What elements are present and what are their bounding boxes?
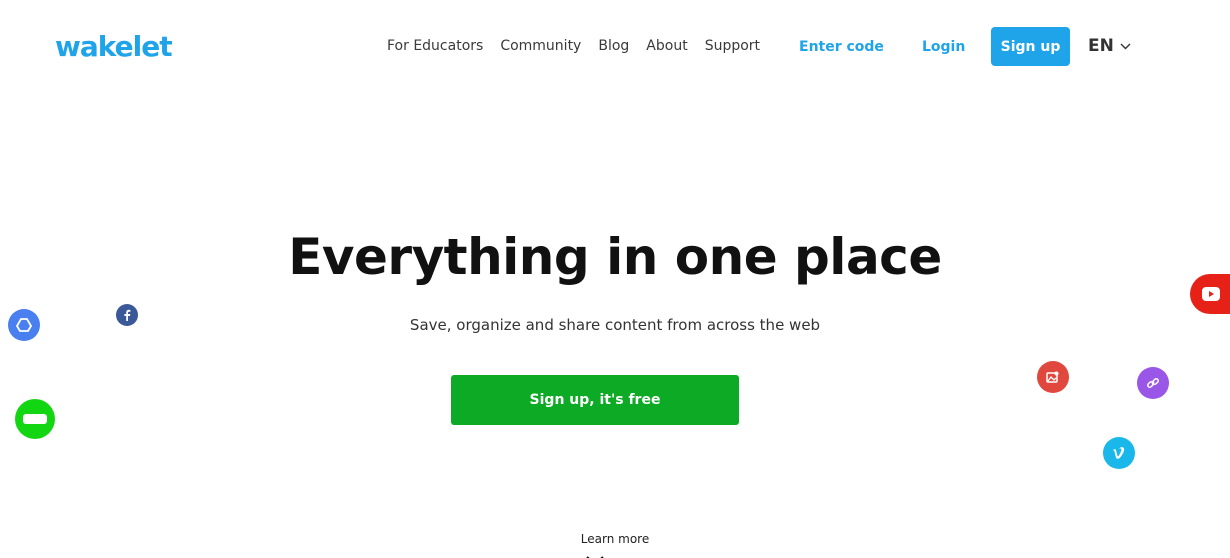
learn-more-link[interactable]: Learn more [0,532,1230,546]
nav-support[interactable]: Support [705,38,760,54]
google-drive-icon [8,309,40,341]
vimeo-icon [1103,437,1135,469]
flipgrid-icon [15,399,55,439]
chevron-down-icon[interactable] [585,550,605,558]
youtube-icon [1190,274,1230,314]
nav-blog[interactable]: Blog [598,38,629,54]
language-label: EN [1088,36,1114,56]
chevron-down-icon [1120,43,1131,50]
nav-for-educators[interactable]: For Educators [387,38,483,54]
language-selector[interactable]: EN [1088,36,1131,56]
link-icon [1137,367,1169,399]
enter-code-link[interactable]: Enter code [799,39,884,55]
main-nav: For Educators Community Blog About Suppo… [387,38,760,54]
facebook-icon [116,304,138,326]
nav-about[interactable]: About [646,38,687,54]
wakelet-logo[interactable]: wakelet [55,30,173,63]
signup-button[interactable]: Sign up [991,27,1070,66]
hero-subtitle: Save, organize and share content from ac… [409,316,821,334]
signup-free-button[interactable]: Sign up, it's free [451,375,739,425]
image-icon [1037,361,1069,393]
nav-community[interactable]: Community [500,38,581,54]
login-link[interactable]: Login [922,39,965,55]
hero-title: Everything in one place [288,228,942,286]
page: wakelet For Educators Community Blog Abo… [0,0,1230,558]
